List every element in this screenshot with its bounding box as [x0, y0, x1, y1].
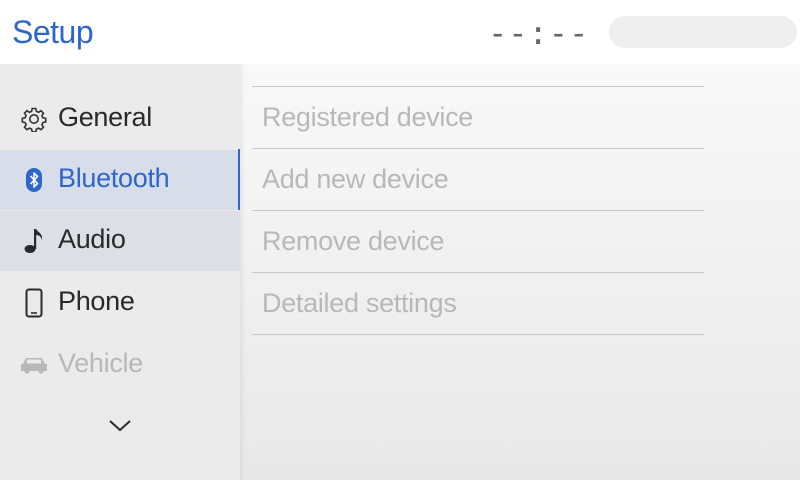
menu-item-label: Remove device	[262, 226, 445, 256]
sidebar-item-label: Bluetooth	[58, 163, 170, 193]
divider	[252, 334, 704, 335]
sidebar-item-phone[interactable]: Phone	[0, 273, 240, 333]
add-new-device-button[interactable]: Add new device	[252, 149, 704, 209]
sidebar-item-label: Phone	[58, 286, 135, 316]
sidebar-item-general[interactable]: General	[0, 89, 240, 149]
page-title: Setup	[12, 14, 94, 50]
remove-device-button[interactable]: Remove device	[252, 211, 704, 271]
sidebar-item-audio[interactable]: Audio	[0, 211, 240, 271]
music-note-icon	[20, 211, 48, 271]
sidebar-item-bluetooth[interactable]: Bluetooth	[0, 150, 240, 210]
menu-item-label: Registered device	[262, 102, 474, 132]
status-area	[609, 16, 797, 48]
menu-item-label: Detailed settings	[262, 288, 457, 318]
panel-shadow	[240, 64, 246, 480]
gear-icon	[20, 89, 48, 149]
sidebar: General Bluetooth Audio Phone Vehicle	[0, 64, 240, 480]
clock-display: --:--	[488, 14, 590, 52]
bluetooth-icon	[20, 150, 48, 210]
sidebar-item-label: Vehicle	[58, 348, 143, 378]
sidebar-item-vehicle[interactable]: Vehicle	[0, 335, 240, 395]
chevron-down-icon[interactable]	[106, 412, 134, 440]
header-bar: Setup --:--	[0, 0, 800, 64]
detailed-settings-button[interactable]: Detailed settings	[252, 273, 704, 333]
phone-icon	[20, 273, 48, 333]
sidebar-item-label: General	[58, 102, 152, 132]
sidebar-item-label: Audio	[58, 224, 126, 254]
menu-item-label: Add new device	[262, 164, 449, 194]
registered-device-button[interactable]: Registered device	[252, 87, 704, 147]
car-icon	[20, 335, 48, 395]
bluetooth-settings-panel: Registered device Add new device Remove …	[240, 64, 800, 480]
